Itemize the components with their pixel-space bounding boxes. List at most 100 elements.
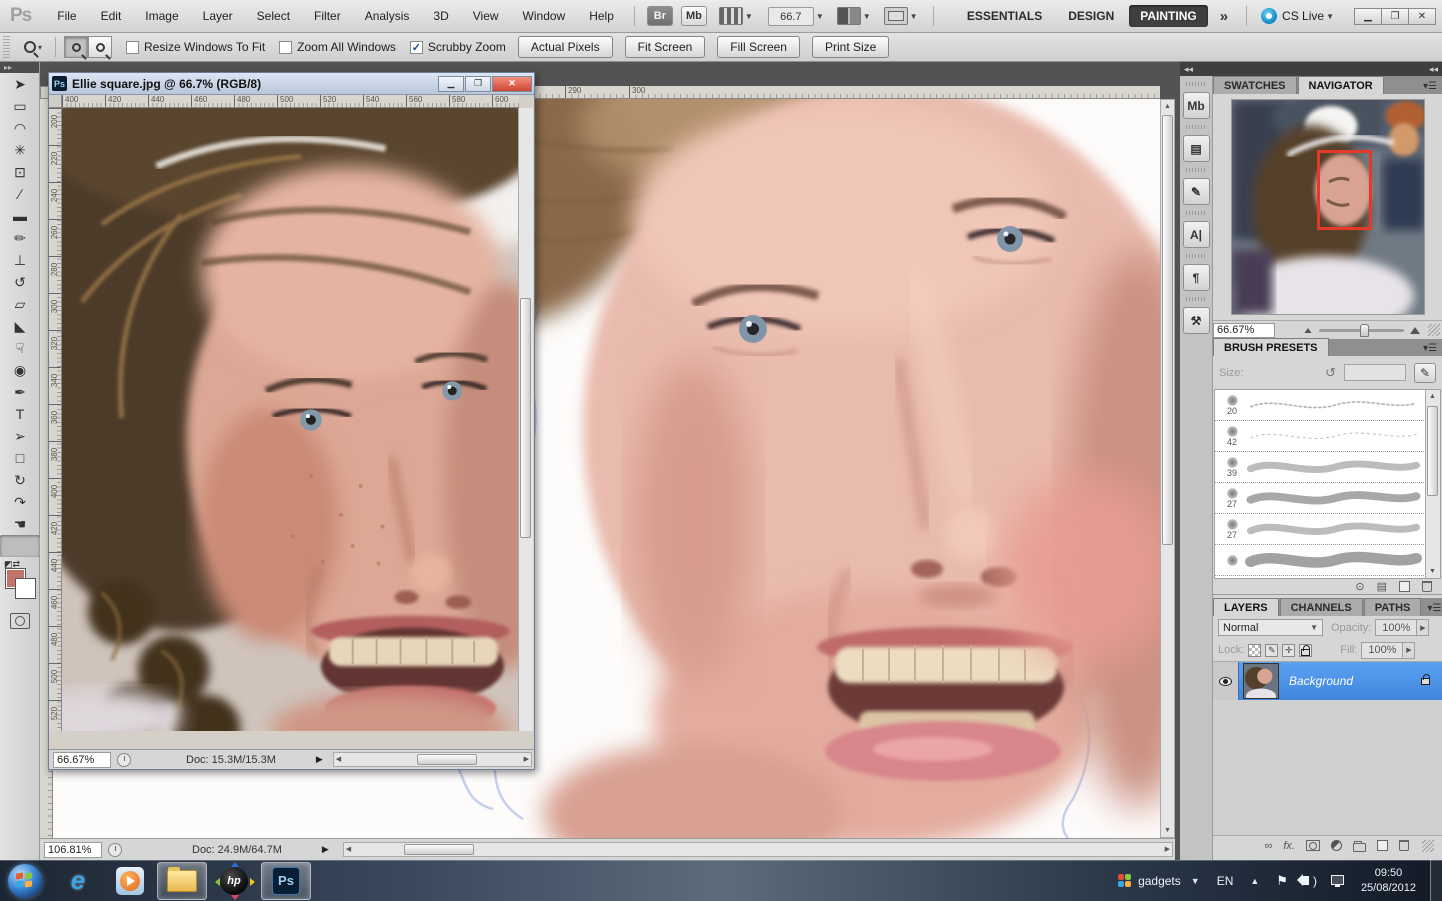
- zoom-tool[interactable]: [0, 535, 40, 557]
- brush-tool[interactable]: ✏: [0, 227, 40, 249]
- brush-list-scrollbar[interactable]: ▲ ▼: [1425, 390, 1440, 578]
- scroll-right-arrow[interactable]: ▶: [1165, 843, 1170, 856]
- arrange-documents-icon[interactable]: [837, 7, 861, 25]
- brush-preset-row[interactable]: 27: [1215, 514, 1440, 545]
- action-center-flag-icon[interactable]: ⚑: [1276, 873, 1288, 889]
- scroll-up-arrow[interactable]: ▲: [1426, 390, 1439, 403]
- volume-icon[interactable]: ): [1302, 874, 1317, 888]
- screen-mode-icon[interactable]: [884, 7, 908, 25]
- document-title-bar[interactable]: Ps Ellie square.jpg @ 66.7% (RGB/8) ▁ ❐ …: [49, 73, 534, 95]
- navigator-thumbnail[interactable]: [1232, 100, 1424, 314]
- paragraph-panel-icon[interactable]: ¶: [1183, 264, 1210, 291]
- opacity-spinner-icon[interactable]: ▶: [1417, 619, 1429, 636]
- scrollbar-thumb[interactable]: [1162, 115, 1173, 545]
- scroll-left-arrow[interactable]: ◀: [336, 753, 341, 766]
- eye-icon[interactable]: [1219, 677, 1232, 686]
- launch-mini-bridge-button[interactable]: Mb: [681, 6, 707, 26]
- zoom-out-toggle[interactable]: [88, 36, 112, 58]
- options-button[interactable]: Print Size: [812, 36, 889, 58]
- navigator-proxy-view-box[interactable]: [1317, 150, 1372, 230]
- layer-row-background[interactable]: Background: [1213, 662, 1442, 700]
- menu-item[interactable]: Image: [133, 0, 190, 33]
- sponge-tool[interactable]: ◉: [0, 359, 40, 381]
- layer-thumbnail[interactable]: [1243, 663, 1279, 699]
- brush-preset-row[interactable]: 42: [1215, 421, 1440, 452]
- panel-tab[interactable]: PATHS: [1364, 598, 1422, 616]
- workspace-button[interactable]: ESSENTIALS: [956, 5, 1053, 27]
- menu-item[interactable]: View: [461, 0, 511, 33]
- zoom-out-mountain-icon[interactable]: [1305, 328, 1312, 333]
- minimize-button[interactable]: ▁: [438, 76, 464, 92]
- add-layer-mask-icon[interactable]: [1306, 840, 1320, 851]
- panel-menu-icon[interactable]: ▾☰: [1418, 343, 1442, 356]
- collapse-panels-icon[interactable]: ◂◂: [1184, 64, 1193, 75]
- taskbar-item-hp[interactable]: hp: [209, 862, 259, 900]
- tool-presets-panel-icon[interactable]: ✎: [1183, 178, 1210, 205]
- background-color-swatch[interactable]: [16, 579, 35, 598]
- dropdown-arrow-icon[interactable]: ▼: [863, 12, 871, 21]
- workspace-button[interactable]: DESIGN: [1057, 5, 1125, 27]
- lock-position-icon[interactable]: ✛: [1282, 644, 1295, 657]
- scrollbar-thumb[interactable]: [417, 754, 477, 765]
- minimize-button[interactable]: ▁: [1354, 8, 1382, 25]
- 3d-rotate-tool[interactable]: ↻: [0, 469, 40, 491]
- reset-icon[interactable]: ↺: [1325, 365, 1336, 381]
- dropdown-arrow-icon[interactable]: ▼: [816, 12, 824, 21]
- language-indicator[interactable]: EN: [1217, 874, 1234, 888]
- photo-canvas[interactable]: [62, 108, 519, 731]
- chevron-down-icon[interactable]: ▼: [1191, 876, 1200, 886]
- menu-item[interactable]: Edit: [89, 0, 134, 33]
- lock-pixels-icon[interactable]: ✎: [1265, 644, 1278, 657]
- fill-spinner-icon[interactable]: ▶: [1403, 642, 1415, 659]
- taskbar-item-photoshop[interactable]: Ps: [261, 862, 311, 900]
- menu-item[interactable]: Layer: [191, 0, 245, 33]
- tools-panel-icon[interactable]: ⚒: [1183, 307, 1210, 334]
- new-group-icon[interactable]: [1353, 843, 1366, 852]
- option-checkbox[interactable]: Scrubby Zoom: [410, 40, 506, 54]
- character-panel-icon[interactable]: A|: [1183, 221, 1210, 248]
- eraser-tool[interactable]: ▱: [0, 293, 40, 315]
- network-icon[interactable]: [1331, 874, 1344, 888]
- menu-item[interactable]: Help: [577, 0, 626, 33]
- close-button[interactable]: ✕: [1408, 8, 1436, 25]
- document-vertical-scrollbar[interactable]: [518, 108, 533, 731]
- hand-tool[interactable]: ☚: [0, 513, 40, 535]
- scroll-up-arrow[interactable]: ▲: [1161, 100, 1174, 113]
- brush-preset-row[interactable]: [1215, 545, 1440, 576]
- paint-bucket-tool[interactable]: ◣: [0, 315, 40, 337]
- layer-visibility-cell[interactable]: [1213, 662, 1239, 700]
- panel-menu-icon[interactable]: ▾☰: [1422, 603, 1442, 616]
- clone-stamp-tool[interactable]: ⊥: [0, 249, 40, 271]
- panel-tab[interactable]: NAVIGATOR: [1298, 76, 1384, 94]
- layer-name[interactable]: Background: [1289, 674, 1421, 688]
- zoom-in-toggle[interactable]: [64, 36, 88, 58]
- canvas-zoom-field[interactable]: 106.81%: [44, 842, 102, 858]
- workspace-overflow-chevron[interactable]: »: [1210, 8, 1238, 25]
- panel-resize-grip[interactable]: [1428, 324, 1440, 336]
- scroll-down-arrow[interactable]: ▼: [1426, 565, 1439, 578]
- delete-layer-icon[interactable]: [1399, 840, 1409, 851]
- fill-value[interactable]: 100%: [1361, 642, 1403, 659]
- status-options-arrow[interactable]: ▶: [316, 754, 323, 765]
- link-layers-icon[interactable]: ∞: [1265, 840, 1273, 852]
- options-bar-grip[interactable]: [3, 36, 10, 58]
- document-zoom-field[interactable]: 66.67%: [53, 752, 111, 768]
- stroke-preview-icon[interactable]: ⊙: [1355, 580, 1364, 593]
- panel-tab[interactable]: SWATCHES: [1213, 76, 1297, 94]
- pen-tool[interactable]: ✒: [0, 381, 40, 403]
- panel-menu-icon[interactable]: ▾☰: [1418, 81, 1442, 94]
- path-selection-tool[interactable]: ➢: [0, 425, 40, 447]
- brush-preset-row[interactable]: 27: [1215, 483, 1440, 514]
- history-panel-icon[interactable]: ▤: [1183, 135, 1210, 162]
- panel-drag-handle[interactable]: [1186, 125, 1206, 129]
- new-layer-icon[interactable]: [1377, 840, 1388, 851]
- canvas-vertical-scrollbar[interactable]: ▲ ▼: [1160, 99, 1175, 838]
- dropdown-arrow-icon[interactable]: ▼: [910, 12, 918, 21]
- layer-style-icon[interactable]: fx.: [1283, 840, 1295, 852]
- option-checkbox[interactable]: Zoom All Windows: [279, 40, 396, 54]
- crop-tool[interactable]: ⊡: [0, 161, 40, 183]
- taskbar-clock[interactable]: 09:50 25/08/2012: [1361, 866, 1416, 896]
- panel-drag-handle[interactable]: [1186, 82, 1206, 86]
- navigator-zoom-slider[interactable]: [1319, 329, 1404, 332]
- texture-icon[interactable]: ▤: [1377, 580, 1387, 593]
